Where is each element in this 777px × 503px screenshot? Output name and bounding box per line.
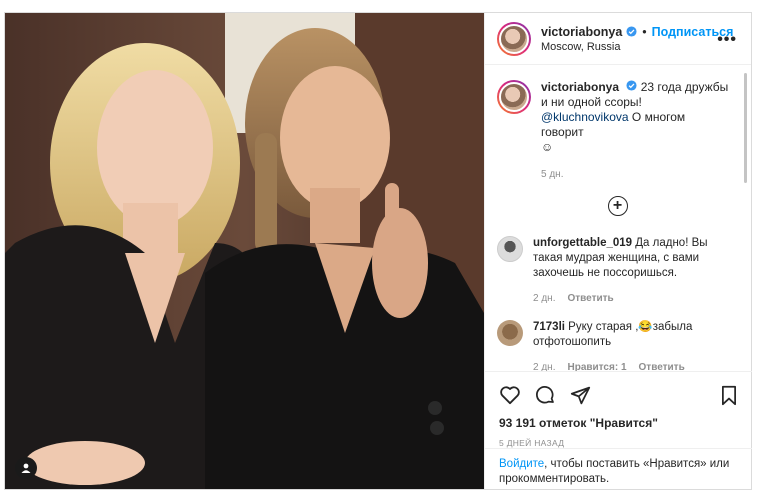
load-more-comments[interactable]: +: [497, 196, 738, 216]
verified-badge-icon: [626, 80, 637, 91]
heart-icon[interactable]: [499, 385, 521, 405]
post-dialog: victoriabonya • Подписаться Moscow, Russ…: [4, 12, 752, 490]
comments-scrollbar[interactable]: [744, 73, 747, 183]
caption-avatar[interactable]: [497, 80, 531, 114]
post-time[interactable]: 5 ДНЕЙ НАЗАД: [499, 438, 738, 448]
commenter-avatar[interactable]: [497, 320, 523, 346]
more-options-icon[interactable]: •••: [717, 31, 737, 49]
plus-circle-icon[interactable]: +: [607, 196, 628, 216]
caption-time[interactable]: 5 дн.: [541, 167, 731, 182]
user-tag-icon[interactable]: [15, 457, 37, 479]
location-link[interactable]: Moscow, Russia: [541, 41, 733, 53]
list-item: 7173li Руку старая ,😂забыла отфотошопить…: [497, 320, 738, 371]
post-photo[interactable]: [5, 13, 484, 489]
post-header: victoriabonya • Подписаться Moscow, Russ…: [485, 13, 751, 65]
post-actions: 93 191 отметок "Нравится" 5 ДНЕЙ НАЗАД: [485, 371, 752, 448]
comment-likes[interactable]: Нравится: 1: [567, 362, 626, 371]
commenter-username[interactable]: 7173li: [533, 321, 565, 333]
likes-count[interactable]: 93 191 отметок "Нравится": [499, 416, 738, 430]
comment-time[interactable]: 2 дн.: [533, 362, 555, 371]
reply-button[interactable]: Ответить: [639, 362, 685, 371]
commenter-username[interactable]: unforgettable_019: [533, 237, 632, 249]
caption-emoji: ☺: [541, 140, 554, 154]
login-link[interactable]: Войдите: [499, 458, 544, 470]
post-side-panel: victoriabonya • Подписаться Moscow, Russ…: [484, 13, 752, 489]
comments-list: victoriabonya 23 года дружбы и ни одной …: [485, 66, 752, 371]
separator-dot: •: [642, 24, 647, 39]
verified-badge-icon: [626, 26, 637, 37]
share-icon[interactable]: [570, 385, 591, 406]
commenter-avatar[interactable]: [497, 236, 523, 262]
comment-time[interactable]: 2 дн.: [533, 293, 555, 304]
author-username[interactable]: victoriabonya: [541, 25, 622, 39]
caption: victoriabonya 23 года дружбы и ни одной …: [497, 80, 738, 182]
list-item: unforgettable_019 Да ладно! Вы такая муд…: [497, 236, 738, 306]
caption-mention-link[interactable]: @kluchnovikova: [541, 110, 629, 124]
reply-button[interactable]: Ответить: [567, 293, 613, 304]
login-prompt: Войдите, чтобы поставить «Нравится» или …: [485, 448, 752, 495]
caption-username[interactable]: victoriabonya: [541, 80, 619, 94]
comment-icon[interactable]: [535, 385, 556, 406]
avatar[interactable]: [497, 21, 531, 56]
bookmark-icon[interactable]: [720, 385, 738, 406]
